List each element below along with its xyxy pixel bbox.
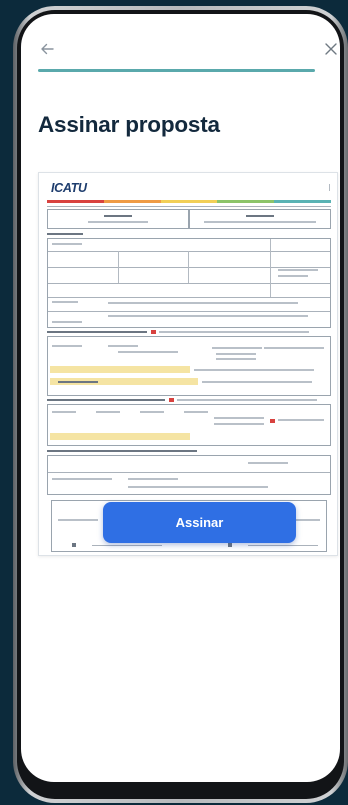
form-divider: [188, 251, 189, 283]
form-section-heading: [47, 399, 165, 401]
signature-line: [92, 545, 162, 546]
form-divider: [118, 251, 119, 283]
required-marker: [151, 330, 156, 334]
form-text-line: [104, 215, 132, 217]
close-icon[interactable]: [324, 42, 338, 56]
form-text-line: [58, 519, 98, 521]
form-text-line: [214, 417, 264, 419]
form-text-line: [214, 423, 264, 425]
form-text-line: [140, 411, 164, 413]
required-marker: [169, 398, 174, 402]
form-text-line: [96, 411, 120, 413]
proposal-document-preview: ICATU: [38, 172, 338, 556]
form-text-line: [184, 411, 208, 413]
form-divider: [47, 206, 331, 207]
form-text-line: [246, 215, 274, 217]
form-text-line: [58, 381, 98, 383]
form-text-line: [118, 351, 178, 353]
form-text-line: [108, 345, 138, 347]
form-section-payment: [47, 455, 331, 495]
form-section-heading: [47, 450, 197, 452]
sign-button[interactable]: Assinar: [103, 502, 296, 543]
form-text-line: [159, 331, 309, 333]
arrow-left-icon[interactable]: [40, 42, 54, 56]
form-text-line: [216, 353, 256, 355]
form-text-line: [204, 221, 316, 223]
form-divider: [48, 297, 330, 298]
form-text-line: [212, 347, 262, 349]
form-text-line: [108, 315, 308, 317]
form-text-line: [228, 543, 232, 547]
required-marker: [270, 419, 275, 423]
form-divider: [48, 283, 330, 284]
form-section-beneficiaries: [47, 404, 331, 446]
highlighted-field: [50, 366, 190, 373]
progress-bar-fill: [38, 69, 315, 72]
brand-stripe-segment: [47, 200, 104, 203]
form-text-line: [52, 345, 82, 347]
form-text-line: [194, 369, 314, 371]
form-text-line: [52, 478, 112, 480]
form-text-line: [52, 411, 76, 413]
form-text-line: [88, 221, 148, 223]
form-section-heading: [47, 331, 147, 333]
form-section-coverage: [47, 336, 331, 396]
icatu-logo: ICATU: [51, 181, 87, 195]
form-text-line: [128, 478, 178, 480]
form-section-insured-data: [47, 238, 331, 328]
form-header-box: [47, 209, 189, 229]
form-text-line: [216, 358, 256, 360]
form-text-line: [52, 321, 82, 323]
form-text-line: [128, 486, 268, 488]
form-divider: [48, 251, 330, 252]
form-divider: [48, 311, 330, 312]
form-text-line: [177, 399, 317, 401]
app-screen: Assinar proposta ICATU Assinar: [21, 14, 340, 782]
brand-stripe-segment: [160, 200, 218, 203]
form-text-line: [202, 381, 312, 383]
brand-stripe-segment: [103, 200, 161, 203]
phone-bezel: Assinar proposta ICATU Assinar: [17, 10, 344, 799]
form-text-line: [278, 419, 324, 421]
form-text-line: [52, 301, 78, 303]
form-header-box: [189, 209, 331, 229]
form-section-heading: [47, 233, 83, 235]
brand-stripe-segment: [274, 200, 331, 203]
brand-stripe-segment: [217, 200, 275, 203]
brand-color-stripe: [47, 200, 331, 203]
highlighted-field: [50, 433, 190, 440]
form-text-line: [248, 462, 288, 464]
form-divider: [48, 267, 330, 268]
form-text-line: [52, 243, 82, 245]
phone-frame: Assinar proposta ICATU Assinar: [13, 6, 348, 803]
signature-line: [248, 545, 318, 546]
form-divider: [48, 472, 330, 473]
form-text-line: [278, 269, 318, 271]
form-text-line: [278, 275, 308, 277]
page-marker: [329, 184, 330, 191]
form-text-line: [264, 347, 324, 349]
page-title: Assinar proposta: [38, 112, 220, 137]
form-text-line: [108, 302, 298, 304]
progress-bar: [38, 69, 315, 72]
form-divider: [270, 239, 271, 297]
form-text-line: [72, 543, 76, 547]
sign-button-label: Assinar: [175, 515, 224, 530]
